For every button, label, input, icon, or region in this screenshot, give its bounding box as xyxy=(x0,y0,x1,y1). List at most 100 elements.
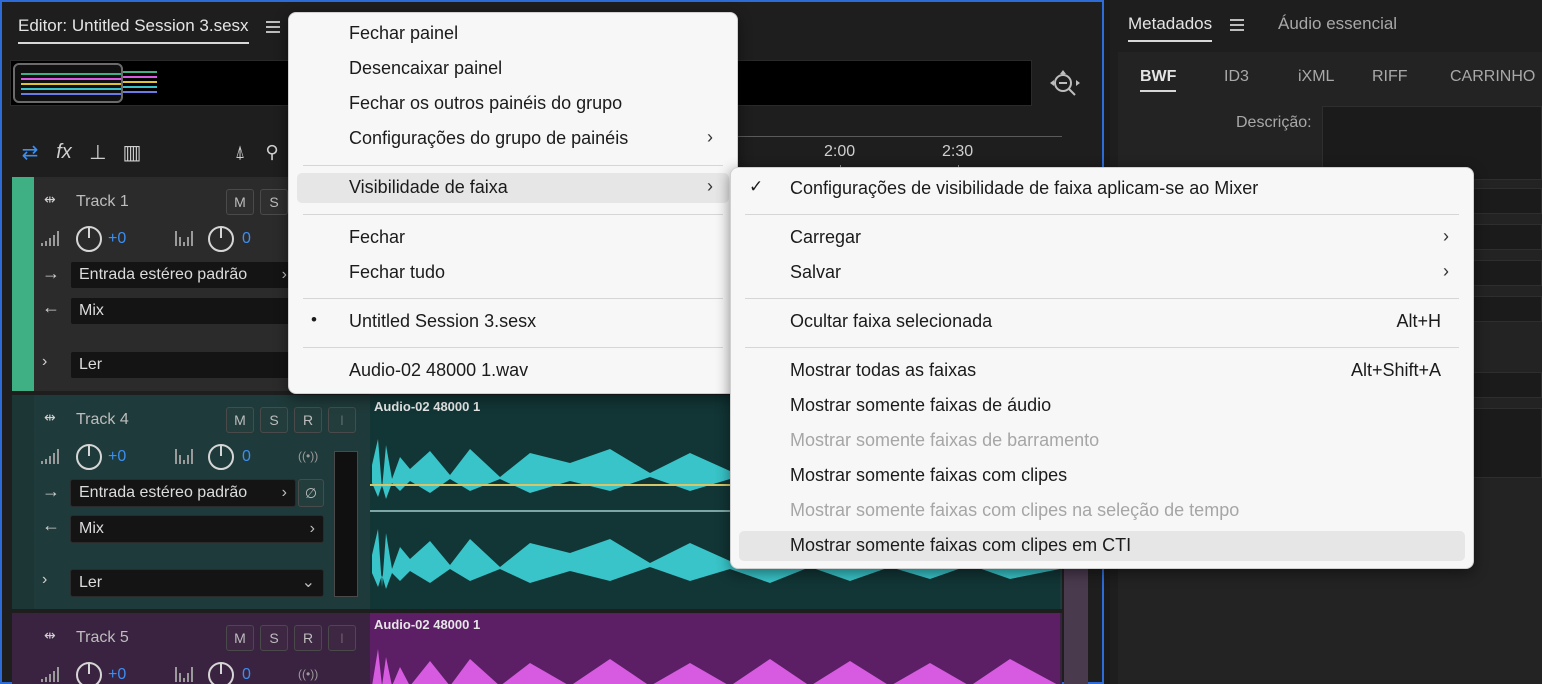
mute-button[interactable]: M xyxy=(226,407,254,433)
menu-item-track-visibility[interactable]: Visibilidade de faixa › xyxy=(297,173,729,203)
level-meter xyxy=(334,451,358,597)
solo-button[interactable]: S xyxy=(260,407,288,433)
menu-item-save[interactable]: Salvar › xyxy=(739,258,1465,288)
menu-item-label: Fechar xyxy=(349,227,406,247)
menu-item-apply-to-mixer[interactable]: ✓ Configurações de visibilidade de faixa … xyxy=(739,174,1465,204)
output-select[interactable]: Mix › xyxy=(70,515,324,543)
submenu-chevron-icon: › xyxy=(1443,226,1449,246)
input-select[interactable]: Entrada estéreo padrão › xyxy=(70,479,296,507)
menu-item-close[interactable]: Fechar xyxy=(297,223,729,253)
eq-icon[interactable]: ▥ xyxy=(116,135,148,169)
volume-value[interactable]: +0 xyxy=(108,448,126,466)
overview-zoom-handle[interactable] xyxy=(13,63,123,103)
pan-knob[interactable] xyxy=(208,444,234,470)
menu-item-session-file[interactable]: • Untitled Session 3.sesx xyxy=(297,307,729,337)
menu-separator xyxy=(303,214,723,215)
drag-handle-icon[interactable]: ⇹ xyxy=(44,627,56,644)
menu-item-close-panel[interactable]: Fechar painel xyxy=(297,19,729,49)
menu-item-label: Mostrar somente faixas de barramento xyxy=(790,430,1100,450)
clip-title: Audio-02 48000 1 xyxy=(374,617,481,632)
pan-knob[interactable] xyxy=(208,226,234,252)
track-visibility-submenu: ✓ Configurações de visibilidade de faixa … xyxy=(730,167,1474,569)
menu-item-show-tracks-with-clips[interactable]: Mostrar somente faixas com clipes xyxy=(739,461,1465,491)
menu-item-label: Visibilidade de faixa xyxy=(349,177,508,197)
menu-item-show-tracks-clips-cti[interactable]: Mostrar somente faixas com clipes em CTI xyxy=(739,531,1465,561)
inputs-outputs-icon[interactable]: ⇄ xyxy=(14,135,46,169)
monitor-input-button[interactable]: I xyxy=(328,625,356,651)
track-color-bar xyxy=(12,613,34,684)
output-arrow-icon: ← xyxy=(42,515,60,535)
subtab-ixml[interactable]: iXML xyxy=(1298,68,1334,86)
volume-value[interactable]: +0 xyxy=(108,230,126,248)
subtab-riff[interactable]: RIFF xyxy=(1372,68,1408,86)
menu-item-label: Mostrar somente faixas com clipes em CTI xyxy=(790,535,1132,555)
menu-item-show-audio-tracks[interactable]: Mostrar somente faixas de áudio xyxy=(739,391,1465,421)
zoom-to-fit-icon[interactable] xyxy=(1048,68,1082,102)
menu-item-label: Mostrar somente faixas de áudio xyxy=(790,395,1052,415)
menu-item-show-all-tracks[interactable]: Mostrar todas as faixas Alt+Shift+A xyxy=(739,356,1465,386)
menu-item-label: Mostrar somente faixas com clipes na sel… xyxy=(790,500,1240,520)
audio-clip[interactable]: Audio-02 48000 1 xyxy=(370,613,1060,684)
description-label: Descrição: xyxy=(1236,114,1312,131)
menu-item-label: Carregar xyxy=(790,227,862,247)
menu-item-label: Audio-02 48000 1.wav xyxy=(349,360,529,380)
drag-handle-icon[interactable]: ⇹ xyxy=(44,409,56,426)
track-name[interactable]: Track 1 xyxy=(76,193,129,211)
stereo-icon[interactable]: ((•)) xyxy=(298,667,318,681)
track-name[interactable]: Track 4 xyxy=(76,411,129,429)
editor-tab[interactable]: Editor: Untitled Session 3.sesx xyxy=(18,16,249,44)
automation-mode-select[interactable]: Ler xyxy=(70,351,296,379)
panel-menu-icon[interactable] xyxy=(266,21,280,33)
stereo-icon[interactable]: ((•)) xyxy=(298,449,318,463)
metronome-icon[interactable]: ⍋ xyxy=(224,135,256,169)
menu-item-show-bus-tracks: Mostrar somente faixas de barramento xyxy=(739,426,1465,456)
pan-icon xyxy=(175,667,193,682)
input-arrow-icon: → xyxy=(42,263,60,283)
solo-button[interactable]: S xyxy=(260,625,288,651)
mute-button[interactable]: M xyxy=(226,189,254,215)
solo-button[interactable]: S xyxy=(260,189,288,215)
menu-item-close-all[interactable]: Fechar tudo xyxy=(297,258,729,288)
volume-knob[interactable] xyxy=(76,444,102,470)
monitor-input-button[interactable]: I xyxy=(328,407,356,433)
pan-value[interactable]: 0 xyxy=(242,448,251,466)
subtab-bwf[interactable]: BWF xyxy=(1140,68,1177,92)
volume-knob[interactable] xyxy=(76,662,102,684)
subtab-id3[interactable]: ID3 xyxy=(1224,68,1249,86)
pan-value[interactable]: 0 xyxy=(242,230,251,248)
output-select[interactable]: Mix xyxy=(70,297,296,325)
subtab-cart[interactable]: CARRINHO xyxy=(1450,68,1535,86)
snap-icon[interactable]: ⚲ xyxy=(256,135,288,169)
menu-item-panel-group-settings[interactable]: Configurações do grupo de painéis › xyxy=(297,124,729,154)
menu-item-undock-panel[interactable]: Desencaixar painel xyxy=(297,54,729,84)
input-select[interactable]: Entrada estéreo padrão › xyxy=(70,261,296,289)
volume-knob[interactable] xyxy=(76,226,102,252)
tab-essential-sound[interactable]: Áudio essencial xyxy=(1278,14,1397,34)
output-arrow-icon: ← xyxy=(42,297,60,317)
track-5[interactable]: ⇹ Track 5 M S R I +0 0 ((•)) Audio-02 48… xyxy=(12,613,1062,684)
output-select-value: Mix xyxy=(79,302,104,319)
menu-item-load[interactable]: Carregar › xyxy=(739,223,1465,253)
phase-invert-icon[interactable]: ∅ xyxy=(298,479,324,507)
volume-value[interactable]: +0 xyxy=(108,666,126,684)
pan-value[interactable]: 0 xyxy=(242,666,251,684)
expand-chevron-icon[interactable]: › xyxy=(42,353,47,371)
menu-item-hide-selected-track[interactable]: Ocultar faixa selecionada Alt+H xyxy=(739,307,1465,337)
metadata-panel-menu-icon[interactable] xyxy=(1230,19,1244,31)
pan-knob[interactable] xyxy=(208,662,234,684)
drag-handle-icon[interactable]: ⇹ xyxy=(44,191,56,208)
record-arm-button[interactable]: R xyxy=(294,625,322,651)
track-name[interactable]: Track 5 xyxy=(76,629,129,647)
automation-mode-select[interactable]: Ler ⌄ xyxy=(70,569,324,597)
expand-chevron-icon[interactable]: › xyxy=(42,571,47,589)
sends-icon[interactable]: ⊥ xyxy=(82,135,114,169)
mute-button[interactable]: M xyxy=(226,625,254,651)
menu-item-label: Fechar tudo xyxy=(349,262,446,282)
menu-separator xyxy=(745,347,1459,348)
menu-item-label: Salvar xyxy=(790,262,842,282)
tab-metadata[interactable]: Metadados xyxy=(1128,14,1213,42)
menu-item-close-others[interactable]: Fechar os outros painéis do grupo xyxy=(297,89,729,119)
record-arm-button[interactable]: R xyxy=(294,407,322,433)
effects-icon[interactable]: fx xyxy=(48,135,80,169)
menu-item-audio-file[interactable]: Audio-02 48000 1.wav xyxy=(297,356,729,386)
